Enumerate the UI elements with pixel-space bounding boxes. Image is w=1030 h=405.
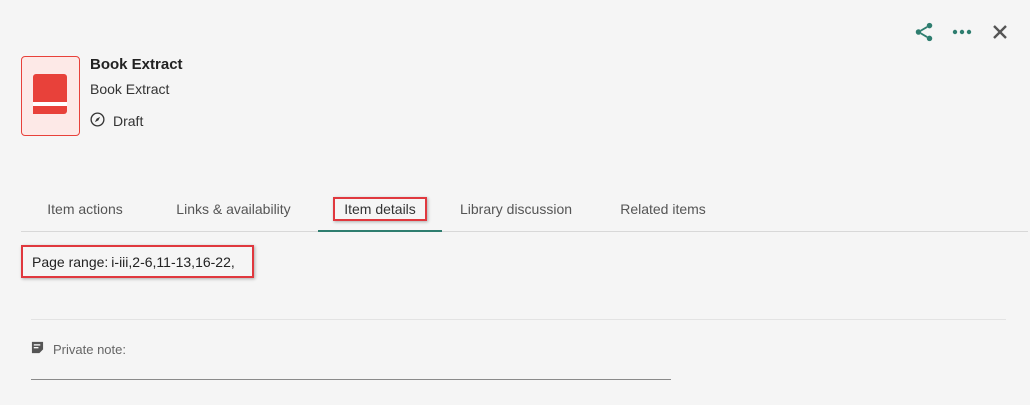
tab-links-availability[interactable]: Links & availability — [149, 186, 318, 231]
compass-icon — [90, 112, 113, 130]
item-subtitle: Book Extract — [90, 81, 170, 97]
page-range-field: Page range: i-iii,2-6,11-13,16-22, — [21, 245, 254, 278]
tab-label: Item actions — [47, 200, 123, 217]
page-range-label: Page range: — [32, 253, 109, 270]
tab-label: Item details — [333, 196, 427, 221]
close-icon[interactable] — [988, 20, 1012, 44]
tab-item-details[interactable]: Item details — [318, 186, 442, 232]
book-icon — [32, 73, 70, 120]
share-icon[interactable] — [912, 20, 936, 44]
status-label: Draft — [113, 113, 144, 129]
tab-library-discussion[interactable]: Library discussion — [442, 186, 590, 231]
tab-label: Links & availability — [176, 200, 291, 217]
page-range-value: i-iii,2-6,11-13,16-22, — [111, 253, 235, 270]
tab-related-items[interactable]: Related items — [590, 186, 736, 231]
tab-label: Related items — [620, 200, 706, 217]
section-divider — [31, 319, 1006, 320]
top-actions — [912, 20, 1012, 44]
status-indicator: Draft — [90, 112, 183, 130]
item-details-panel: Book Extract Book Extract Draft Item act… — [0, 0, 1030, 405]
item-header: Book Extract Book Extract Draft — [90, 56, 183, 130]
item-title: Book Extract — [90, 56, 183, 73]
private-note-input[interactable] — [31, 379, 671, 380]
note-icon — [31, 341, 53, 357]
book-type-tile — [21, 56, 80, 136]
private-note-field: Private note: — [31, 341, 126, 357]
private-note-label: Private note: — [53, 341, 126, 357]
tab-label: Library discussion — [459, 200, 573, 217]
more-horizontal-icon[interactable] — [950, 20, 974, 44]
tab-item-actions[interactable]: Item actions — [21, 186, 149, 231]
tab-bar: Item actions Links & availability Item d… — [21, 186, 1028, 232]
